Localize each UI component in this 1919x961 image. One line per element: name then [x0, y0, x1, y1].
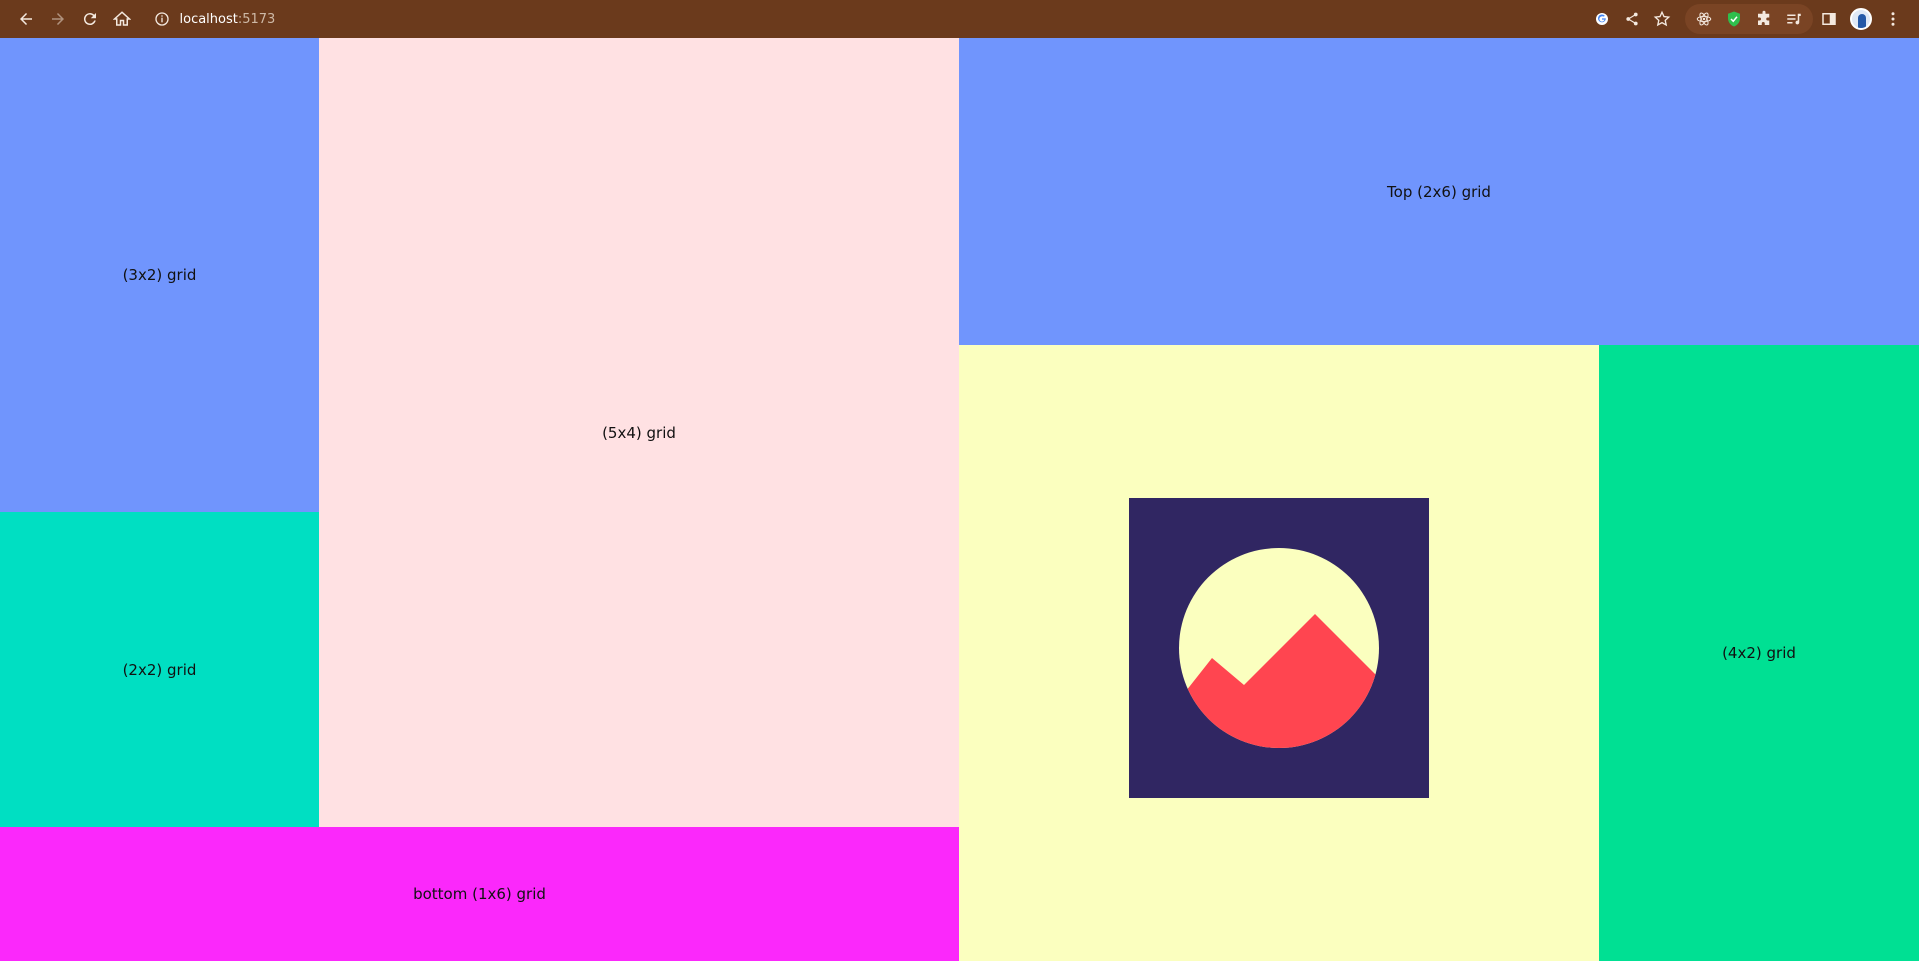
back-button[interactable] — [10, 3, 42, 35]
grid-cell-bottom-1x6: bottom (1x6) grid — [0, 827, 959, 961]
arrow-left-icon — [19, 13, 32, 25]
bookmark-button[interactable] — [1647, 3, 1677, 35]
grid-cell-label: (4x2) grid — [1722, 644, 1796, 662]
grid-cell-top-2x6: Top (2x6) grid — [959, 38, 1919, 345]
menu-button[interactable] — [1877, 3, 1909, 35]
home-button[interactable] — [106, 3, 138, 35]
url-host: localhost — [179, 11, 238, 27]
shield-extension-button[interactable] — [1719, 3, 1749, 35]
grid-cell-logo — [959, 345, 1599, 961]
shield-check-icon — [1728, 11, 1741, 27]
playlist-icon — [1787, 13, 1802, 25]
forward-button[interactable] — [42, 3, 74, 35]
side-panel-icon — [1822, 13, 1837, 25]
url-port: :5173 — [237, 11, 276, 27]
side-panel-button[interactable] — [1813, 3, 1845, 35]
star-icon — [1654, 10, 1671, 27]
more-vertical-icon — [1891, 12, 1895, 26]
extensions-area — [1685, 3, 1814, 35]
grid-layout: (3x2) grid (5x4) grid Top (2x6) grid (2x… — [0, 38, 1919, 961]
react-icon — [1697, 12, 1712, 26]
grid-cell-label: (5x4) grid — [602, 423, 676, 442]
grid-cell-3x2: (3x2) grid — [0, 38, 319, 512]
extensions-button[interactable] — [1749, 3, 1779, 35]
grid-cell-4x2: (4x2) grid — [1599, 345, 1919, 961]
puzzle-icon — [1758, 10, 1770, 25]
arrow-right-icon — [51, 13, 64, 25]
profile-button[interactable] — [1845, 3, 1877, 35]
reading-list-button[interactable] — [1779, 3, 1809, 35]
reload-icon — [83, 13, 96, 26]
grid-cell-label: Top (2x6) grid — [1387, 182, 1491, 201]
logo-container — [1129, 498, 1429, 798]
browser-toolbar: localhost:5173 — [0, 0, 1919, 38]
share-icon — [1626, 12, 1639, 26]
avatar — [1850, 8, 1873, 30]
grid-cell-label: (3x2) grid — [122, 266, 197, 284]
grid-cell-2x2: (2x2) grid — [0, 512, 319, 827]
grid-cell-label: bottom (1x6) grid — [413, 885, 546, 903]
grid-cell-label: (2x2) grid — [122, 660, 197, 679]
mountain-sun-logo-icon — [1129, 498, 1429, 798]
grid-cell-5x4: (5x4) grid — [319, 38, 959, 827]
google-lens-button[interactable] — [1587, 3, 1617, 35]
reload-button[interactable] — [74, 3, 106, 35]
info-icon[interactable] — [154, 11, 170, 27]
share-button[interactable] — [1617, 3, 1647, 35]
home-icon — [112, 11, 131, 26]
address-bar[interactable]: localhost:5173 — [144, 5, 1678, 33]
google-icon — [1596, 13, 1609, 25]
react-devtools-button[interactable] — [1689, 3, 1719, 35]
